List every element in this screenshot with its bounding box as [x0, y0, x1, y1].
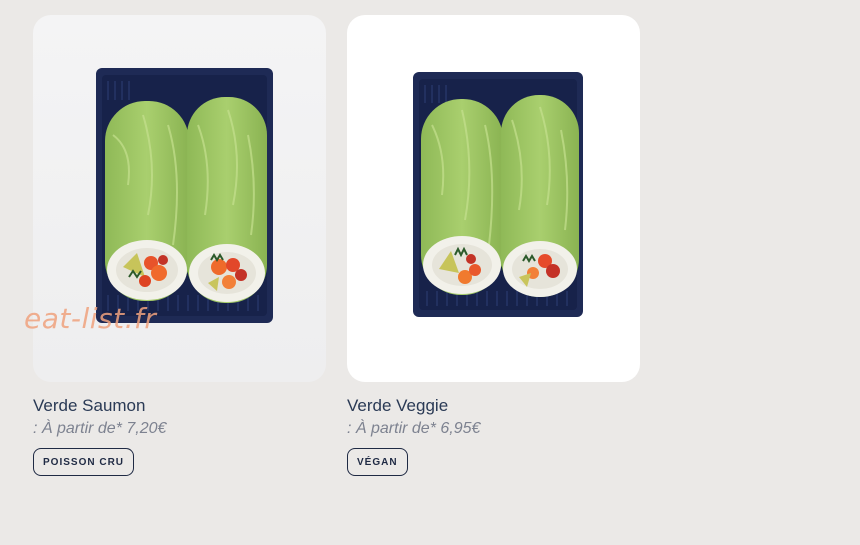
sushi-tray-image: [413, 72, 583, 317]
watermark-logo: eat-list.fr: [24, 302, 157, 335]
tag-vegan[interactable]: VÉGAN: [347, 448, 408, 476]
product-price: : À partir de* 6,95€: [347, 420, 481, 437]
tag-poisson-cru[interactable]: POISSON CRU: [33, 448, 135, 476]
product-card-verde-saumon[interactable]: Verde Saumon : À partir de* 7,20€ POISSO…: [33, 15, 326, 476]
product-price: : À partir de* 7,20€: [33, 420, 167, 437]
product-card-verde-veggie[interactable]: Verde Veggie : À partir de* 6,95€ VÉGAN: [347, 15, 640, 476]
product-name[interactable]: Verde Saumon: [33, 396, 326, 416]
product-name[interactable]: Verde Veggie: [347, 396, 640, 416]
product-image-verde-veggie[interactable]: [347, 15, 640, 382]
